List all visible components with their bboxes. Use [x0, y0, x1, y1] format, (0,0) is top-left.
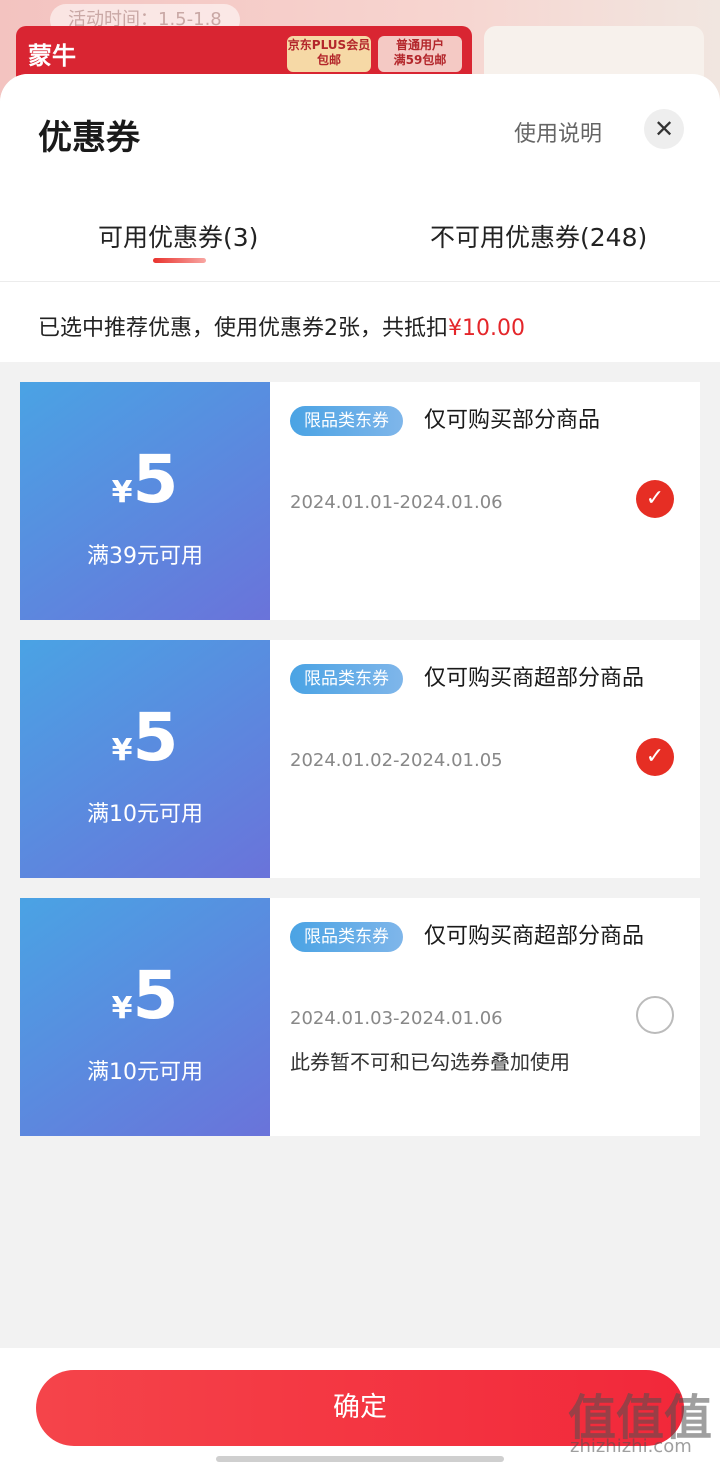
coupon-value-panel: ¥5 满39元可用	[16, 382, 270, 620]
checked-icon[interactable]: ✓	[636, 738, 674, 776]
plus-shipping-tag: 京东PLUS会员 包邮	[287, 36, 371, 72]
currency-symbol: ¥	[111, 991, 133, 1026]
coupon-stacking-warning: 此券暂不可和已勾选券叠加使用	[290, 1050, 570, 1074]
coupon-card[interactable]: ¥5 满10元可用 仅可购买商超部分商品 限品类东券 2024.01.03-20…	[16, 898, 700, 1136]
selection-summary: 已选中推荐优惠，使用优惠券2张，共抵扣¥10.00	[38, 310, 525, 342]
coupon-condition: 满10元可用	[87, 1060, 203, 1085]
coupon-value: 5	[132, 441, 179, 518]
coupon-details: 仅可购买部分商品 限品类东券 2024.01.01-2024.01.06 ✓	[270, 382, 700, 620]
coupon-value: 5	[132, 699, 179, 776]
coupon-amount: ¥5	[20, 444, 270, 516]
close-button[interactable]: ✕	[644, 109, 684, 149]
coupon-condition: 满39元可用	[87, 544, 203, 569]
coupon-amount: ¥5	[20, 702, 270, 774]
divider	[0, 281, 720, 282]
coupon-validity-date: 2024.01.01-2024.01.06	[290, 492, 503, 513]
coupon-condition: 满10元可用	[87, 802, 203, 827]
coupon-value: 5	[132, 957, 179, 1034]
sheet-title: 优惠券	[38, 118, 140, 158]
checked-icon[interactable]: ✓	[636, 480, 674, 518]
coupon-type-badge: 限品类东券	[290, 922, 403, 952]
close-icon: ✕	[653, 115, 675, 143]
currency-symbol: ¥	[111, 733, 133, 768]
coupon-card[interactable]: ¥5 满10元可用 仅可购买商超部分商品 限品类东券 2024.01.02-20…	[16, 640, 700, 878]
home-indicator[interactable]	[216, 1456, 504, 1462]
usage-instructions-link[interactable]: 使用说明	[514, 116, 602, 148]
summary-amount: ¥10.00	[448, 316, 525, 341]
brand-logo: 蒙牛	[28, 42, 76, 70]
currency-symbol: ¥	[111, 475, 133, 510]
summary-text: 已选中推荐优惠，使用优惠券2张，共抵扣	[38, 316, 448, 341]
coupon-type-badge: 限品类东券	[290, 406, 403, 436]
normal-shipping-tag: 普通用户 满59包邮	[378, 36, 462, 72]
coupon-sheet: 优惠券 使用说明 ✕ 可用优惠券(3) 不可用优惠券(248) 已选中推荐优惠，…	[0, 74, 720, 1464]
active-tab-indicator	[153, 258, 206, 263]
coupon-details: 仅可购买商超部分商品 限品类东券 2024.01.03-2024.01.06 此…	[270, 898, 700, 1136]
coupon-validity-date: 2024.01.03-2024.01.06	[290, 1008, 503, 1029]
coupon-card[interactable]: ¥5 满39元可用 仅可购买部分商品 限品类东券 2024.01.01-2024…	[16, 382, 700, 620]
coupon-validity-date: 2024.01.02-2024.01.05	[290, 750, 503, 771]
coupon-value-panel: ¥5 满10元可用	[16, 640, 270, 878]
coupon-amount: ¥5	[20, 960, 270, 1032]
coupon-details: 仅可购买商超部分商品 限品类东券 2024.01.02-2024.01.05 ✓	[270, 640, 700, 878]
tab-unavailable-coupons[interactable]: 不可用优惠券(248)	[430, 218, 647, 254]
sheet-header: 优惠券 使用说明 ✕ 可用优惠券(3) 不可用优惠券(248) 已选中推荐优惠，…	[0, 74, 720, 362]
coupon-value-panel: ¥5 满10元可用	[16, 898, 270, 1136]
tab-available-coupons[interactable]: 可用优惠券(3)	[98, 218, 258, 254]
watermark-url: zhizhizhi.com	[570, 1436, 692, 1457]
unchecked-circle-icon[interactable]	[636, 996, 674, 1034]
coupon-type-badge: 限品类东券	[290, 664, 403, 694]
